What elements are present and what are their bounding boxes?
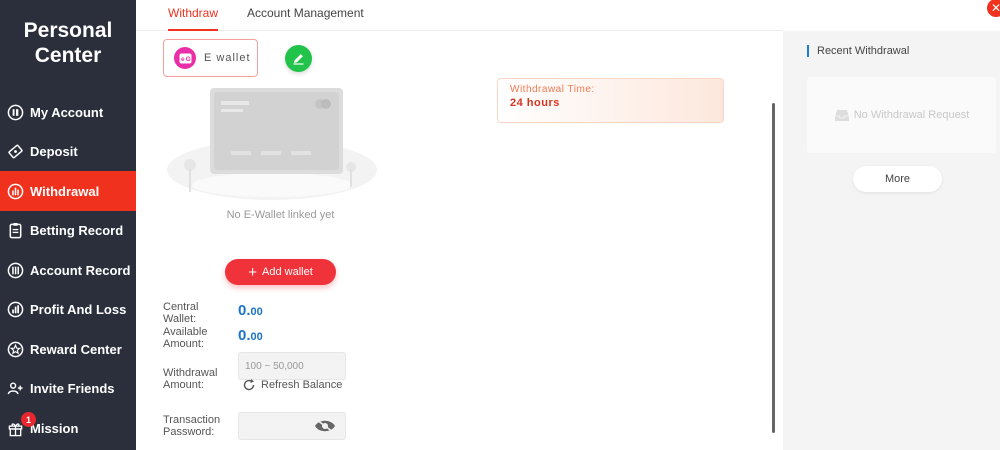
- sidebar-item-label: Reward Center: [30, 341, 122, 357]
- sidebar-item-label: Withdrawal: [30, 183, 100, 199]
- empty-card-illustration: [167, 88, 377, 200]
- edit-button[interactable]: [285, 45, 312, 72]
- no-withdrawal-text: No Withdrawal Request: [853, 109, 970, 121]
- account-icon: [6, 103, 24, 121]
- sidebar-item-profit-and-loss[interactable]: Profit And Loss: [0, 289, 136, 329]
- sidebar-item-label: Mission: [30, 420, 79, 436]
- deposit-icon: [6, 142, 24, 160]
- sidebar-item-betting-record[interactable]: Betting Record: [0, 210, 136, 250]
- sidebar-item-invite-friends[interactable]: Invite Friends: [0, 368, 136, 408]
- withdrawal-amount-placeholder: 100 ~ 50,000: [245, 360, 304, 372]
- sidebar-item-account-record[interactable]: Account Record: [0, 250, 136, 290]
- withdrawal-amount-label: Withdrawal Amount:: [163, 367, 218, 391]
- betting-record-icon: [6, 221, 24, 239]
- reward-icon: [6, 340, 24, 358]
- refresh-balance-button[interactable]: Refresh Balance: [242, 378, 342, 392]
- sidebar: Personal Center My Account Deposit Withd…: [0, 0, 136, 450]
- sidebar-item-my-account[interactable]: My Account: [0, 92, 136, 132]
- central-wallet-label: Central Wallet:: [163, 301, 199, 325]
- add-wallet-label: Add wallet: [262, 266, 313, 278]
- scrollbar[interactable]: [772, 103, 775, 433]
- profit-loss-icon: [6, 300, 24, 318]
- sidebar-item-label: Betting Record: [30, 222, 124, 238]
- more-button[interactable]: More: [853, 166, 942, 192]
- sidebar-title: Personal Center: [23, 19, 113, 67]
- gift-icon: 1: [6, 412, 36, 437]
- sidebar-item-label: My Account: [30, 104, 104, 120]
- available-amount-label: Available Amount:: [163, 326, 208, 350]
- refresh-icon: [243, 379, 255, 391]
- sidebar-item-label: Profit And Loss: [30, 301, 127, 317]
- add-wallet-button[interactable]: + Add wallet: [225, 259, 336, 285]
- sidebar-item-label: Invite Friends: [30, 380, 115, 396]
- withdrawal-icon: [6, 182, 24, 200]
- withdrawal-time-label: Withdrawal Time:: [510, 84, 595, 95]
- invite-icon: [6, 379, 24, 397]
- sidebar-item-withdrawal[interactable]: Withdrawal: [0, 171, 136, 211]
- ewallet-label: E wallet: [204, 52, 251, 64]
- wallet-icon: eG: [174, 47, 196, 69]
- sidebar-item-label: Account Record: [30, 262, 131, 278]
- sidebar-item-deposit[interactable]: Deposit: [0, 131, 136, 171]
- sidebar-item-label: Deposit: [30, 143, 78, 159]
- withdrawal-time-value: 24 hours: [510, 97, 560, 109]
- empty-wallet-text: No E-Wallet linked yet: [226, 209, 335, 221]
- available-amount-value: 0.00: [238, 327, 263, 344]
- withdrawal-amount-input[interactable]: 100 ~ 50,000: [238, 352, 346, 380]
- pencil-icon: [293, 54, 304, 65]
- transaction-password-label: Transaction Password:: [163, 414, 221, 438]
- recent-withdrawal-panel: Recent Withdrawal No Withdrawal Request …: [783, 31, 1000, 450]
- sidebar-item-mission[interactable]: 1 Mission: [0, 408, 136, 448]
- central-wallet-value: 0.00: [238, 302, 263, 319]
- withdrawal-time-notice: Withdrawal Time: 24 hours: [497, 78, 724, 123]
- close-icon: ✕: [990, 1, 1000, 15]
- eye-toggle-icon[interactable]: [314, 418, 336, 434]
- account-record-icon: [6, 261, 24, 279]
- notification-badge: 1: [21, 412, 36, 427]
- refresh-balance-label: Refresh Balance: [261, 379, 343, 391]
- sidebar-item-reward-center[interactable]: Reward Center: [0, 329, 136, 369]
- svg-text:eG: eG: [181, 56, 192, 63]
- ewallet-option[interactable]: eG E wallet: [163, 39, 258, 77]
- close-button[interactable]: ✕: [987, 0, 1000, 17]
- plus-icon: +: [248, 263, 257, 281]
- tab-withdraw[interactable]: Withdraw: [168, 6, 219, 31]
- tab-account-management[interactable]: Account Management: [247, 6, 364, 31]
- recent-withdrawal-list: No Withdrawal Request: [807, 77, 996, 153]
- tab-bar: Withdraw Account Management: [136, 0, 783, 31]
- recent-withdrawal-title: Recent Withdrawal: [807, 45, 909, 57]
- empty-inbox-icon: [834, 110, 849, 121]
